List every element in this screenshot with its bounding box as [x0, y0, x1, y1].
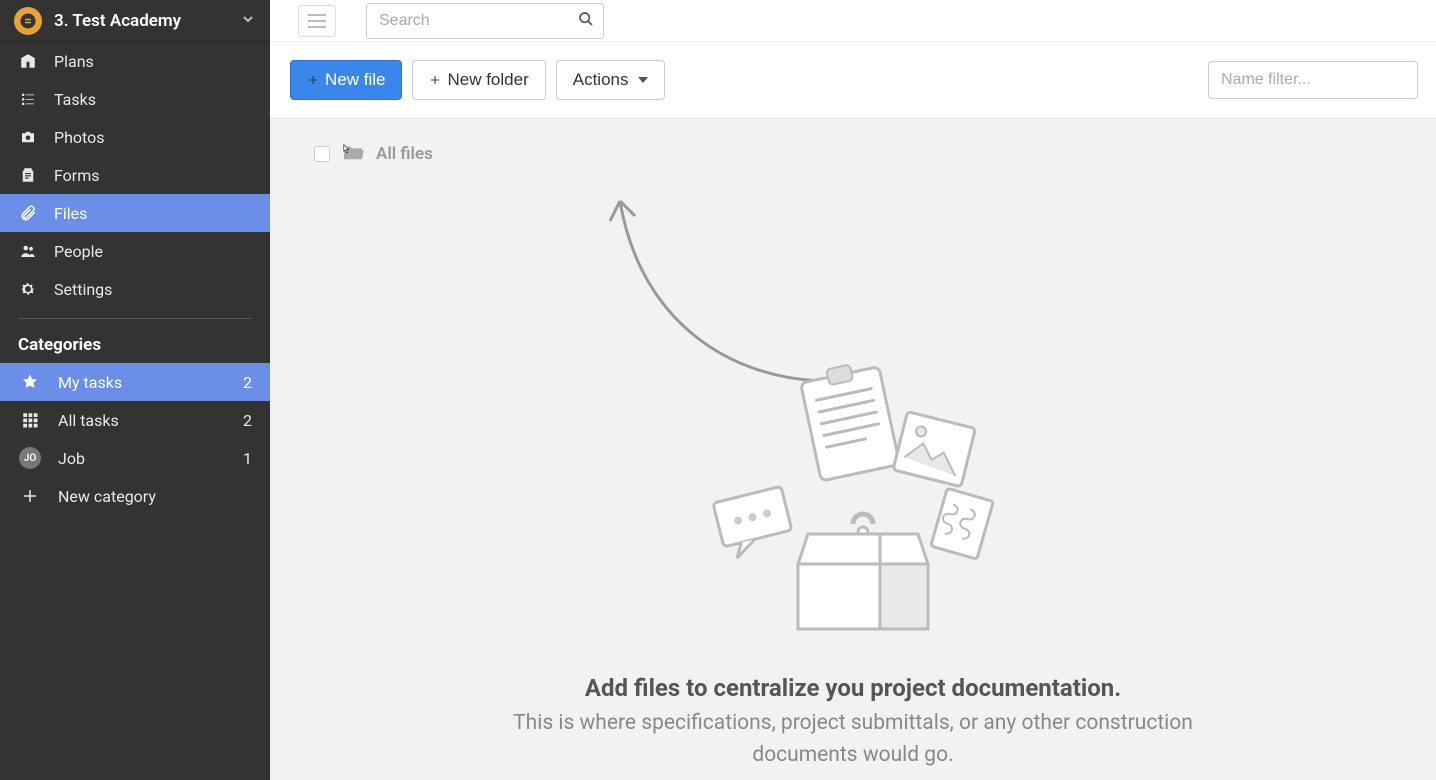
sidebar-item-people[interactable]: People [0, 232, 270, 270]
category-all-tasks[interactable]: All tasks 2 [0, 401, 270, 439]
empty-title: Add files to centralize you project docu… [503, 674, 1203, 702]
project-name: 3. Test Academy [54, 11, 228, 31]
clipboard-icon [18, 166, 38, 184]
sidebar-item-label: Settings [54, 280, 112, 299]
paperclip-icon [18, 204, 38, 222]
button-label: Actions [573, 70, 629, 90]
plus-icon [307, 74, 319, 86]
search-icon[interactable] [578, 11, 594, 31]
search-input[interactable] [366, 3, 604, 39]
plans-icon [18, 52, 38, 70]
chevron-down-icon[interactable] [240, 11, 256, 31]
breadcrumb-row: All files [270, 119, 1436, 165]
category-my-tasks[interactable]: My tasks 2 [0, 363, 270, 401]
sidebar-item-settings[interactable]: Settings [0, 270, 270, 308]
sidebar-header[interactable]: 3. Test Academy [0, 0, 270, 42]
star-icon [18, 373, 42, 391]
topbar [270, 0, 1436, 42]
avatar-initials: JO [19, 447, 41, 469]
people-icon [18, 242, 38, 260]
new-file-button[interactable]: New file [290, 60, 402, 100]
category-count: 2 [243, 411, 252, 430]
category-count: 1 [243, 449, 252, 468]
name-filter-input[interactable] [1208, 61, 1418, 99]
divider [18, 318, 252, 319]
sidebar: 3. Test Academy Plans Tasks Photos Forms… [0, 0, 270, 780]
button-label: New file [325, 70, 385, 90]
empty-subtitle: This is where specifications, project su… [503, 708, 1203, 771]
plus-icon [18, 487, 42, 505]
sidebar-item-photos[interactable]: Photos [0, 118, 270, 156]
categories-header: Categories [0, 325, 270, 363]
actions-dropdown[interactable]: Actions [556, 60, 666, 100]
content: All files [270, 119, 1436, 780]
camera-icon [18, 128, 38, 146]
toolbar: New file New folder Actions [270, 42, 1436, 119]
category-job[interactable]: JO Job 1 [0, 439, 270, 477]
tasks-icon [18, 90, 38, 108]
main: New file New folder Actions All files [270, 0, 1436, 780]
sidebar-item-files[interactable]: Files [0, 194, 270, 232]
search-wrap [366, 3, 604, 39]
gear-icon [18, 280, 38, 298]
sidebar-item-plans[interactable]: Plans [0, 42, 270, 80]
category-label: Job [58, 449, 85, 468]
sidebar-item-label: Files [54, 204, 87, 223]
select-all-checkbox[interactable] [314, 146, 330, 162]
new-category-button[interactable]: New category [0, 477, 270, 515]
hamburger-icon [308, 14, 326, 28]
breadcrumb-label[interactable]: All files [376, 144, 433, 164]
sidebar-item-label: Forms [54, 166, 100, 185]
plus-icon [429, 74, 441, 86]
category-label: My tasks [58, 373, 122, 392]
app-logo-icon [14, 7, 42, 35]
new-folder-button[interactable]: New folder [412, 60, 545, 100]
empty-illustration-icon [703, 364, 1003, 638]
category-label: All tasks [58, 411, 119, 430]
button-label: New folder [447, 70, 528, 90]
new-category-label: New category [58, 487, 156, 506]
avatar-icon: JO [18, 447, 42, 469]
sidebar-item-label: Plans [54, 52, 94, 71]
sidebar-item-label: People [54, 242, 103, 261]
grid-icon [18, 411, 42, 429]
caret-down-icon [638, 77, 648, 83]
sidebar-item-forms[interactable]: Forms [0, 156, 270, 194]
sidebar-item-label: Photos [54, 128, 105, 147]
sidebar-item-label: Tasks [54, 90, 96, 109]
sidebar-item-tasks[interactable]: Tasks [0, 80, 270, 118]
empty-state-text: Add files to centralize you project docu… [503, 674, 1203, 771]
cursor-icon [340, 141, 352, 161]
hamburger-toggle[interactable] [298, 5, 336, 37]
category-count: 2 [243, 373, 252, 392]
